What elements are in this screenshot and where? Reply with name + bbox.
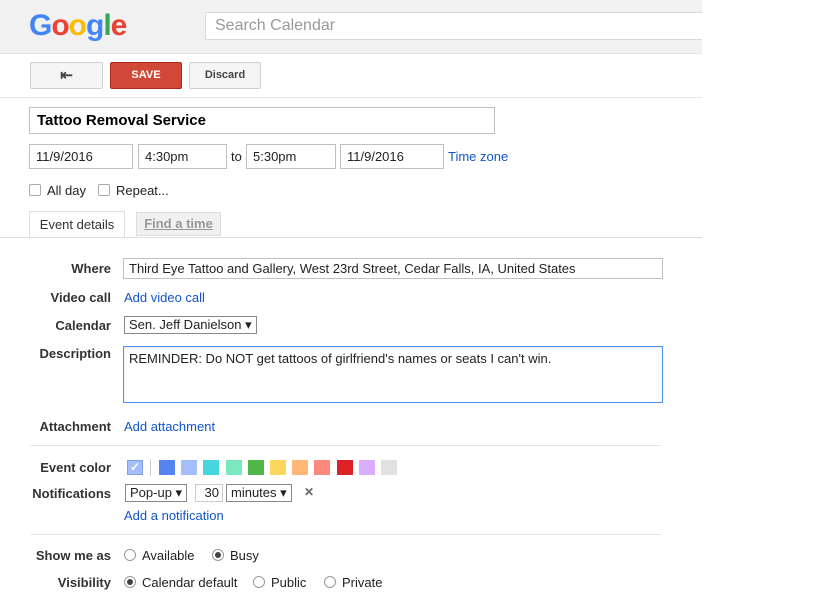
where-label: Where [71, 261, 111, 276]
public-radio[interactable] [253, 576, 265, 588]
where-input[interactable]: Third Eye Tattoo and Gallery, West 23rd … [123, 258, 663, 279]
toolbar-divider [0, 97, 702, 98]
remove-notification-icon[interactable]: ✕ [304, 485, 314, 499]
description-textarea[interactable]: REMINDER: Do NOT get tattoos of girlfrie… [123, 346, 663, 403]
repeat-checkbox[interactable] [98, 184, 110, 196]
show-me-as-label: Show me as [35, 548, 111, 563]
all-day-checkbox[interactable] [29, 184, 41, 196]
start-time-input[interactable]: 4:30pm [138, 144, 227, 169]
add-attachment-link[interactable]: Add attachment [124, 419, 215, 434]
top-bar: Google Search Calendar [0, 0, 702, 54]
calendar-default-label: Calendar default [142, 575, 238, 590]
attachment-label: Attachment [39, 419, 111, 434]
section-divider-2 [30, 534, 661, 535]
visibility-label: Visibility [57, 575, 111, 590]
time-zone-link[interactable]: Time zone [448, 149, 508, 164]
public-label: Public [271, 575, 307, 590]
event-color-label: Event color [40, 460, 111, 475]
end-time-input[interactable]: 5:30pm [246, 144, 336, 169]
end-date-input[interactable]: 11/9/2016 [340, 144, 444, 169]
add-video-call-link[interactable]: Add video call [124, 290, 205, 305]
color-swatch[interactable] [203, 460, 220, 475]
start-date-input[interactable]: 11/9/2016 [29, 144, 133, 169]
color-swatch[interactable] [159, 460, 175, 475]
event-title-input[interactable]: Tattoo Removal Service [29, 107, 495, 134]
busy-radio[interactable] [212, 549, 224, 561]
notification-amount-input[interactable]: 30 [195, 484, 223, 502]
color-swatch[interactable] [270, 460, 286, 475]
calendar-select[interactable]: Sen. Jeff Danielson ▾ [124, 316, 257, 334]
notification-type-select[interactable]: Pop-up ▾ [125, 484, 188, 502]
search-input[interactable]: Search Calendar [205, 12, 702, 40]
tab-event-details[interactable]: Event details [29, 211, 125, 238]
color-swatch[interactable] [225, 460, 242, 475]
notifications-label: Notifications [32, 486, 111, 501]
color-swatch[interactable] [381, 460, 397, 475]
private-label: Private [342, 575, 383, 590]
swatch-separator [150, 459, 151, 476]
description-label: Description [39, 346, 111, 361]
back-arrow-icon: ⇤ [60, 67, 73, 84]
color-swatch[interactable] [358, 460, 375, 475]
add-notification-link[interactable]: Add a notification [124, 508, 224, 523]
notification-unit-select[interactable]: minutes ▾ [226, 484, 292, 502]
video-call-label: Video call [50, 290, 111, 305]
color-swatch[interactable] [336, 460, 353, 475]
check-icon: ✓ [129, 460, 141, 474]
to-label: to [231, 149, 242, 164]
tab-find-a-time[interactable]: Find a time [136, 212, 221, 236]
discard-button[interactable]: Discard [189, 62, 261, 89]
back-button[interactable]: ⇤ [30, 62, 103, 89]
tab-divider [0, 237, 702, 238]
color-swatch[interactable] [314, 460, 331, 475]
calendar-label: Calendar [55, 318, 111, 333]
calendar-default-radio[interactable] [124, 576, 136, 588]
busy-label: Busy [230, 548, 259, 563]
private-radio[interactable] [324, 576, 336, 588]
color-swatch[interactable] [247, 460, 264, 475]
available-radio[interactable] [124, 549, 136, 561]
save-button[interactable]: SAVE [110, 62, 182, 89]
available-label: Available [142, 548, 195, 563]
all-day-label: All day [47, 183, 87, 198]
repeat-label: Repeat... [116, 183, 169, 198]
color-swatch[interactable] [292, 460, 309, 475]
color-swatch-default[interactable]: ✓ [127, 460, 143, 475]
color-swatch[interactable] [181, 460, 198, 475]
section-divider [30, 445, 661, 446]
google-logo[interactable]: Google [29, 9, 127, 43]
